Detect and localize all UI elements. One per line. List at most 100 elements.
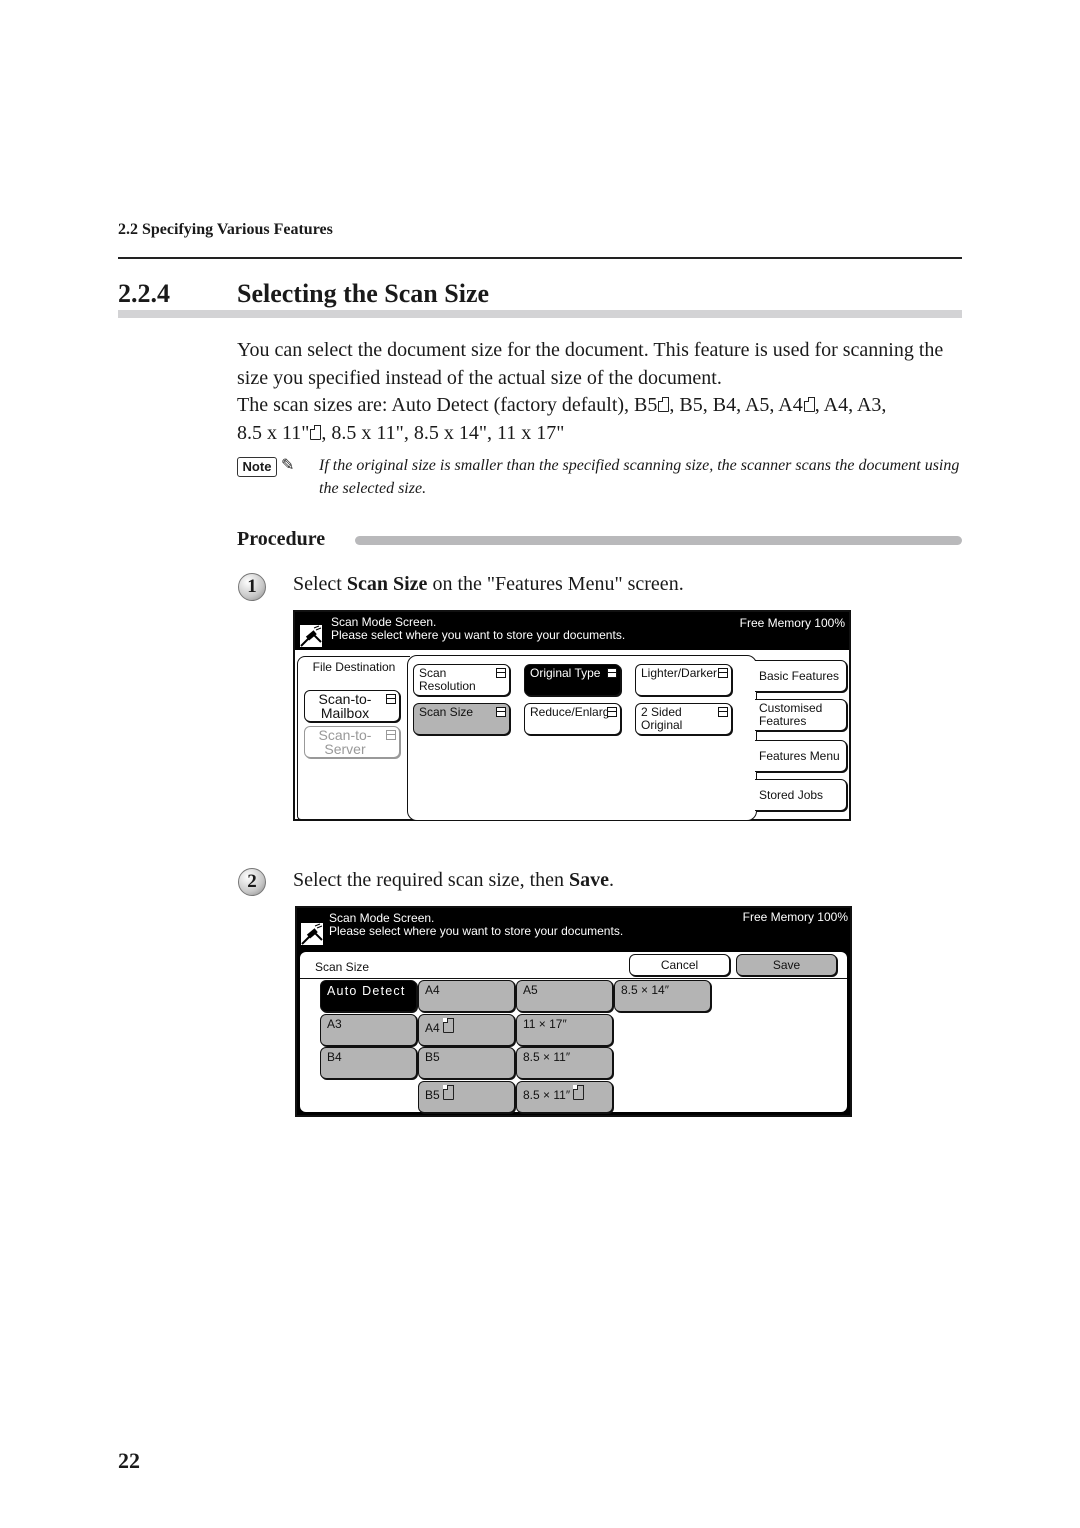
sizes-text: 8.5 x 11" — [237, 421, 310, 444]
flag-icon — [607, 668, 617, 678]
scan-size-title: Scan Size — [315, 960, 370, 974]
step-1-text: Select Scan Size on the "Features Menu" … — [293, 573, 684, 596]
flag-icon — [496, 668, 506, 678]
file-destination-label: File Destination — [312, 660, 396, 674]
step-text-bold: Save — [569, 869, 609, 891]
scan-size-label: B4 — [327, 1050, 342, 1064]
feature-tabs: Basic Features Customised Features Featu… — [755, 656, 849, 818]
portrait-orientation-icon — [310, 424, 322, 440]
flag-icon — [607, 707, 617, 717]
scan-size-titlebar: Scan Size Cancel Save — [300, 952, 847, 979]
scan-size-screen: Scan Mode Screen. Please select where yo… — [295, 906, 852, 1117]
running-head: 2.2 Specifying Various Features — [118, 221, 333, 238]
portrait-orientation-icon — [803, 397, 815, 412]
scan-size-option[interactable]: B5 — [418, 1081, 515, 1113]
cancel-button[interactable]: Cancel — [629, 954, 730, 976]
free-memory-readout: Free Memory 100% — [742, 910, 848, 924]
scan-size-option[interactable]: 8.5 × 11″ — [516, 1047, 613, 1079]
scan-size-option[interactable]: Auto Detect — [320, 980, 417, 1012]
tab-features-menu[interactable]: Features Menu — [755, 740, 847, 772]
portrait-orientation-icon — [573, 1085, 585, 1100]
save-button[interactable]: Save — [736, 954, 837, 976]
scan-size-label: A5 — [523, 983, 538, 997]
button-label: 2 Sided Original — [641, 705, 683, 732]
scanner-icon — [301, 923, 323, 945]
sizes-text: The scan sizes are: Auto Detect (factory… — [237, 394, 658, 416]
scan-size-option[interactable]: B4 — [320, 1047, 417, 1079]
note-badge: Note — [237, 457, 277, 477]
scan-size-option[interactable]: A4 — [418, 1014, 515, 1046]
step-text-part: . — [609, 869, 614, 891]
scan-size-panel: Scan Size Cancel Save Auto Detect A4 A5 8.5… — [300, 952, 847, 1113]
scan-size-label: A4 — [425, 983, 440, 997]
scan-size-label: 11 × 17″ — [523, 1017, 567, 1031]
note-text: If the original size is smaller than the… — [319, 457, 960, 497]
flag-icon — [386, 694, 396, 704]
button-label: Original Type — [530, 666, 601, 680]
scan-size-option[interactable]: 8.5 × 11″ — [516, 1081, 613, 1113]
button-label: Scan-to-Mailbox — [318, 691, 372, 721]
lighter-darker-button[interactable]: Lighter/Darker — [635, 664, 732, 696]
sizes-text: , A4, A3, — [814, 394, 887, 416]
intro-paragraph: You can select the document size for the… — [237, 339, 944, 389]
scan-size-option[interactable]: A5 — [516, 980, 613, 1012]
features-menu-screen: Scan Mode Screen. Please select where yo… — [293, 610, 851, 821]
flag-icon — [718, 668, 728, 678]
portrait-orientation-icon — [658, 397, 670, 412]
button-label: Scan Size — [419, 705, 474, 719]
button-label: Reduce/Enlarge — [530, 705, 617, 719]
screen-message: Scan Mode Screen. Please select where yo… — [331, 616, 625, 642]
features-panel: Scan Resolution Original Type Lighter/Da… — [407, 655, 757, 821]
scan-to-mailbox-button[interactable]: Scan-to-Mailbox — [304, 690, 400, 722]
scan-size-option[interactable]: A4 — [418, 980, 515, 1012]
step-1-number: 1 — [238, 573, 266, 601]
scan-size-label: Auto Detect — [327, 984, 406, 998]
screen-message-line: Please select where you want to store yo… — [331, 628, 626, 642]
flag-icon — [496, 707, 506, 717]
button-label: Lighter/Darker — [641, 666, 718, 680]
screen-message: Scan Mode Screen. Please select where yo… — [329, 912, 623, 938]
step-text-bold: Scan Size — [346, 573, 428, 595]
two-sided-original-button[interactable]: 2 Sided Original — [635, 703, 732, 735]
scan-sizes-list: The scan sizes are: Auto Detect (factory… — [237, 392, 967, 447]
sizes-text: , B5, B4, A5, A4 — [669, 394, 803, 416]
flag-icon — [386, 730, 396, 740]
step-text-part: Select the required scan size, then — [293, 869, 569, 891]
scan-resolution-button[interactable]: Scan Resolution — [413, 664, 510, 696]
scan-size-option[interactable]: B5 — [418, 1047, 515, 1079]
section-underline-bar — [118, 310, 962, 318]
procedure-heading: Procedure — [237, 528, 326, 550]
screen-message-line: Please select where you want to store yo… — [329, 924, 624, 938]
scan-size-option[interactable]: A3 — [320, 1014, 417, 1046]
flag-icon — [718, 707, 728, 717]
portrait-orientation-icon — [442, 1018, 454, 1033]
reduce-enlarge-button[interactable]: Reduce/Enlarge — [524, 703, 621, 735]
tab-stored-jobs[interactable]: Stored Jobs — [755, 779, 847, 811]
section-title: Selecting the Scan Size — [237, 279, 490, 308]
scan-size-label: A4 — [425, 1021, 440, 1035]
screen-header: Scan Mode Screen. Please select where yo… — [297, 908, 850, 952]
tab-customised-features[interactable]: Customised Features — [755, 699, 847, 731]
section-number: 2.2.4 — [118, 279, 170, 308]
intro-text: You can select the document size for the… — [237, 337, 967, 447]
original-type-button[interactable]: Original Type — [524, 664, 621, 696]
file-destination-panel: File Destination Scan-to-Mailbox Scan-to… — [297, 656, 410, 820]
scanner-icon — [300, 625, 322, 647]
scan-size-label: 8.5 × 11″ — [523, 1050, 571, 1064]
scan-size-option[interactable]: 11 × 17″ — [516, 1014, 613, 1046]
scan-size-label: A3 — [327, 1017, 342, 1031]
scan-size-label: 8.5 × 14″ — [621, 983, 669, 997]
scan-size-option[interactable]: 8.5 × 14″ — [614, 980, 711, 1012]
page-number: 22 — [118, 1448, 140, 1473]
button-label: Scan-to-Server — [318, 727, 372, 757]
header-rule — [118, 257, 962, 259]
tab-basic-features[interactable]: Basic Features — [755, 660, 847, 692]
procedure-bar — [355, 536, 962, 545]
scan-size-label: B5 — [425, 1088, 440, 1102]
scan-size-button[interactable]: Scan Size — [413, 703, 510, 735]
portrait-orientation-icon — [442, 1085, 454, 1100]
scan-to-server-button[interactable]: Scan-to-Server — [304, 726, 400, 758]
button-label: Scan Resolution — [419, 666, 476, 693]
scan-size-label: 8.5 × 11″ — [523, 1088, 571, 1102]
screen-header: Scan Mode Screen. Please select where yo… — [295, 612, 849, 650]
